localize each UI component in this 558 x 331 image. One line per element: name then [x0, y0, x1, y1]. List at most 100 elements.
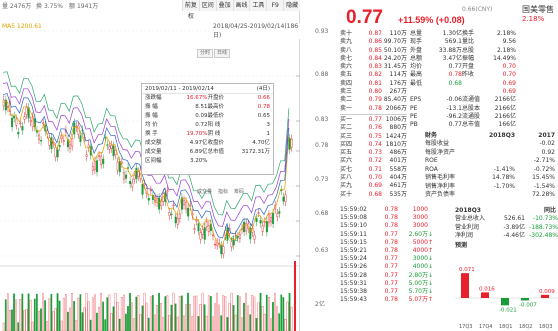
volume-bar	[91, 297, 94, 331]
tooltip-k2: 开盘价	[207, 95, 225, 101]
bid-row[interactable]: 买十 0.68 535万	[340, 191, 407, 199]
menu-overlay[interactable]: 叠加	[215, 0, 233, 11]
stat-v1	[432, 88, 462, 96]
tab-indicator[interactable]: 指标	[218, 188, 228, 195]
ask-row[interactable]: 卖六 0.83 31.45万	[340, 63, 407, 71]
stat-k1: PE	[410, 112, 418, 120]
volume-bar	[228, 303, 231, 331]
candle	[71, 138, 74, 147]
tab-intraday[interactable]: 分时	[197, 49, 214, 58]
ask-row[interactable]: 卖九 0.86 99.70万	[340, 38, 407, 46]
revenue-row: 营业总收入 526.61 -10.73%	[455, 215, 558, 224]
day-pct: 2.18%	[522, 15, 545, 23]
ask-row[interactable]: 卖七 0.84 24.20万	[340, 55, 407, 63]
bid-row[interactable]: 买三 0.75 1424万	[340, 133, 407, 141]
candle	[183, 199, 186, 206]
candle	[85, 154, 88, 157]
menu-range[interactable]: 区间	[198, 0, 216, 11]
orderbook-vol: 50.10万	[383, 46, 407, 54]
revenue-v1: -3.89亿	[503, 223, 525, 231]
candle	[15, 118, 18, 126]
candle	[176, 218, 179, 225]
ask-row[interactable]: 卖八 0.85 50.10万	[340, 47, 407, 55]
candle	[149, 189, 152, 192]
volume-bar	[214, 303, 216, 331]
tooltip-k2: 收盘价	[207, 140, 225, 146]
eps-bar	[541, 294, 549, 298]
stat-v1: 1.30亿	[442, 30, 462, 37]
stat-row: PE -13.1 总股本 2166亿	[410, 105, 558, 113]
trade-price: 0.77	[384, 271, 398, 279]
tooltip-k2: 总市值	[207, 149, 225, 155]
revenue-row: 营业利润 -3.89亿 -188.73%	[455, 224, 558, 233]
orderbook-price: 0.84	[368, 54, 382, 62]
bid-row[interactable]: 买四 0.74 1810万	[340, 141, 407, 149]
menu-hide[interactable]: 隐藏	[283, 0, 301, 11]
tab-volume[interactable]: 成交量	[197, 188, 212, 195]
revenue-v1: -4.46亿	[503, 232, 525, 239]
financial-v2: 15.45%	[532, 174, 555, 181]
orderbook-price: 0.75	[368, 132, 382, 140]
financial-v1: 14.78%	[492, 174, 515, 181]
financial-v1: -1.41%	[493, 165, 515, 173]
menu-qfq[interactable]: 前复权	[182, 0, 199, 20]
financial-k: 每股收益	[425, 140, 450, 147]
trade-row: 15:59:24 0.77 3000 ↓	[340, 255, 450, 263]
orderbook-price: 0.69	[368, 182, 382, 190]
candle	[270, 217, 273, 223]
stat-row: 现手 569.1 量比 9.56	[410, 38, 558, 46]
candle	[267, 214, 270, 224]
tooltip-v1: 0.09	[195, 113, 208, 119]
volume-bar	[2, 322, 5, 331]
orderbook-price: 0.74	[368, 140, 382, 148]
volume-bar	[79, 294, 82, 331]
chart-menu: 前复权 区间 叠加 画线 工具 F9 隐藏	[182, 0, 301, 20]
ask-row[interactable]: 卖一 0.78 2066万	[340, 105, 407, 113]
candle	[278, 211, 281, 214]
candle	[108, 146, 111, 150]
stat-k1: 最低	[410, 79, 423, 87]
candle	[207, 225, 210, 233]
currency-price: 0.66(CNY)	[462, 6, 493, 13]
ask-row[interactable]: 卖五 0.82 114万	[340, 71, 407, 79]
trade-price: 0.78	[384, 238, 398, 246]
volume-bar	[104, 319, 107, 331]
candle	[220, 245, 223, 255]
orderbook-price: 0.81	[368, 79, 382, 87]
revenue-v2: -188.73%	[529, 223, 558, 231]
trade-price: 0.78	[384, 222, 398, 230]
eps-bar-label: -0.007	[519, 302, 537, 308]
volume-bar	[35, 293, 38, 331]
chart-tabs: 分时 日线	[197, 49, 231, 58]
menu-tools[interactable]: 工具	[249, 0, 267, 11]
stat-v1: 33.88万	[438, 46, 462, 54]
stat-row: 最高 0.78 昨收 0.70	[410, 71, 558, 79]
candle	[218, 242, 221, 245]
ask-row[interactable]: 卖三 0.80 267万	[340, 88, 407, 96]
tooltip-row: 成交额 4.97亿 收盘价 4.70亿	[142, 139, 273, 148]
trade-row: 15:59:10 0.78 3000	[340, 222, 450, 230]
tooltip-k1: 振 幅	[145, 113, 158, 119]
bid-row[interactable]: 买九 0.69 461万	[340, 182, 407, 190]
tab-daily[interactable]: 日线	[214, 49, 231, 58]
menu-f9[interactable]: F9	[266, 0, 284, 11]
volume-bar	[42, 293, 44, 331]
trade-price: 0.77	[384, 255, 398, 263]
volume-bar	[114, 292, 117, 331]
volume-bar	[257, 302, 260, 331]
stat-v2: 9.56	[502, 38, 516, 46]
stat-row: PB 0.77 总市值 166亿	[410, 121, 558, 129]
bid-row[interactable]: 买二 0.76 880万	[340, 124, 407, 132]
volume-bar	[238, 296, 241, 331]
ask-row[interactable]: 卖四 0.81 176万	[340, 80, 407, 88]
financial-v1	[467, 140, 515, 149]
bid-row[interactable]: 买七 0.71 558万	[340, 166, 407, 174]
candle	[114, 150, 117, 156]
tab-chips[interactable]: 筹码	[234, 188, 244, 195]
menu-draw[interactable]: 画线	[232, 0, 250, 11]
trade-price: 0.78	[384, 214, 398, 222]
ask-row[interactable]: 卖二 0.79 85.40万	[340, 96, 407, 104]
bid-row[interactable]: 买六 0.72 401万	[340, 157, 407, 165]
candle	[19, 122, 22, 125]
volume-bar	[178, 296, 181, 331]
